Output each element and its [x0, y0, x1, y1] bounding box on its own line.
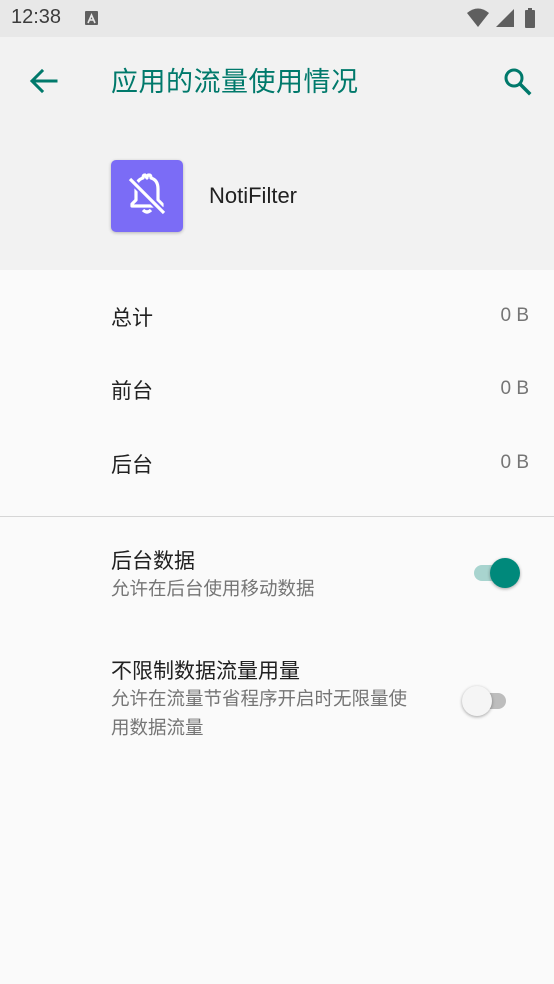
battery-icon: [525, 8, 535, 28]
usage-label: 总计: [111, 306, 153, 330]
usage-row-foreground: 前台 0 B: [0, 349, 554, 423]
wifi-icon: [467, 8, 489, 27]
switch-thumb: [462, 686, 492, 716]
back-button[interactable]: [26, 63, 62, 99]
usage-value: 0 B: [500, 378, 529, 399]
background-data-switch[interactable]: [470, 554, 522, 590]
app-icon: [111, 160, 183, 232]
signal-icon: [496, 9, 514, 27]
setting-summary: 允许在流量节省程序开启时无限量使用数据流量: [111, 689, 408, 739]
usage-value: 0 B: [500, 305, 529, 326]
background-data-setting[interactable]: 后台数据 允许在后台使用移动数据: [0, 517, 554, 627]
usage-row-total: 总计 0 B: [0, 276, 554, 350]
setting-title: 后台数据: [111, 549, 195, 573]
status-icons: [466, 7, 544, 29]
usage-label: 后台: [111, 453, 153, 477]
usage-value: 0 B: [500, 452, 529, 473]
usage-row-background: 后台 0 B: [0, 423, 554, 497]
app-header: 应用的流量使用情况 NotiFilter: [0, 37, 554, 270]
search-button[interactable]: [499, 63, 535, 99]
unrestricted-data-switch[interactable]: [462, 682, 514, 718]
setting-title: 不限制数据流量用量: [111, 659, 300, 683]
status-time: 12:38: [11, 6, 62, 28]
app-name: NotiFilter: [209, 183, 298, 208]
notification-a-icon: [85, 11, 98, 25]
arrow-back-icon: [29, 68, 58, 94]
bell-off-icon: [127, 173, 167, 216]
page-title: 应用的流量使用情况: [111, 67, 359, 98]
unrestricted-data-setting[interactable]: 不限制数据流量用量 允许在流量节省程序开启时无限量使用数据流量: [0, 627, 554, 767]
search-icon: [504, 68, 532, 96]
setting-summary: 允许在后台使用移动数据: [111, 579, 315, 600]
usage-label: 前台: [111, 379, 153, 403]
switch-thumb: [490, 558, 520, 588]
status-bar: 12:38: [0, 0, 554, 37]
